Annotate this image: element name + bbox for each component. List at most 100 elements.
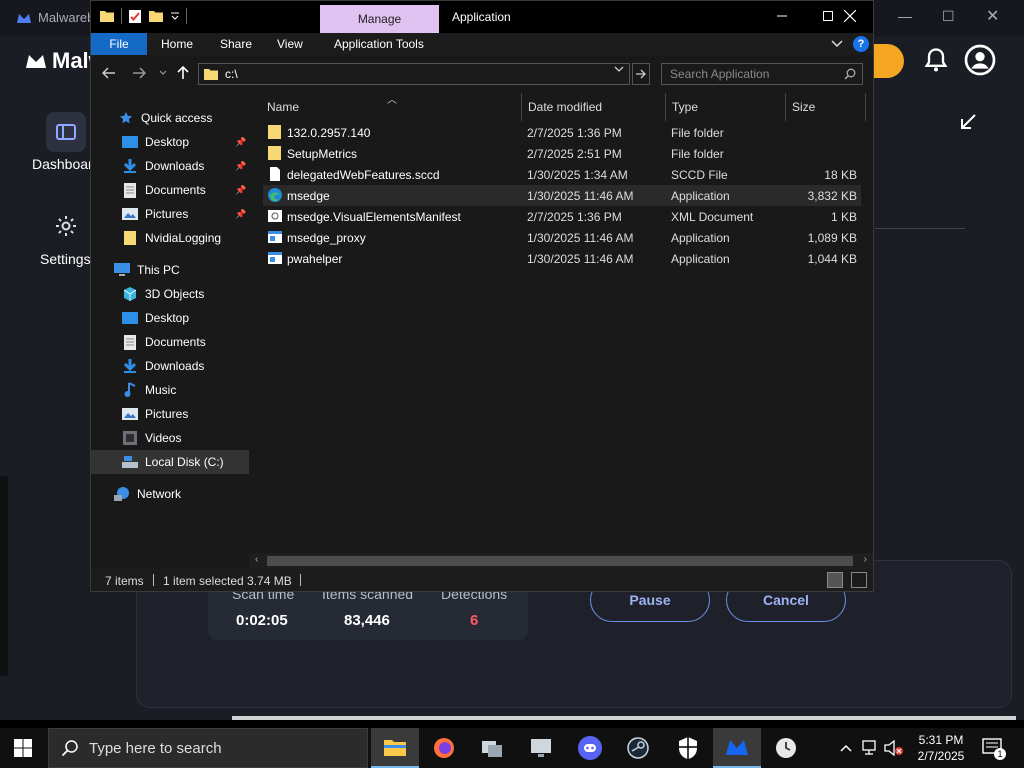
tab-share[interactable]: Share	[212, 33, 260, 55]
taskbar-firefox[interactable]	[420, 728, 468, 768]
taskbar-malwarebytes[interactable]	[713, 728, 761, 768]
column-divider[interactable]	[521, 93, 522, 121]
background-scrollbar[interactable]	[232, 716, 1016, 720]
column-header-date-modified[interactable]: Date modified	[528, 95, 602, 119]
file-row-selected[interactable]: msedge 1/30/2025 11:46 AM Application 3,…	[263, 185, 861, 206]
column-divider[interactable]	[865, 93, 866, 121]
file-date: 1/30/2025 11:46 AM	[527, 231, 634, 245]
nav-this-pc[interactable]: This PC	[91, 258, 249, 282]
nav-item-local-disk[interactable]: Local Disk (C:)	[91, 450, 249, 474]
file-date: 2/7/2025 1:36 PM	[527, 126, 622, 140]
column-header-type[interactable]: Type	[672, 95, 698, 119]
go-button[interactable]	[632, 63, 650, 85]
tab-home[interactable]: Home	[153, 33, 201, 55]
file-type: SCCD File	[671, 168, 728, 182]
nav-item-documents-quick[interactable]: Documents 📌	[91, 178, 249, 202]
column-divider[interactable]	[665, 93, 666, 121]
back-button[interactable]	[99, 63, 119, 83]
recent-locations-button[interactable]	[153, 63, 173, 83]
file-row[interactable]: 132.0.2957.140 2/7/2025 1:36 PM File fol…	[263, 122, 861, 143]
taskbar-discord[interactable]	[566, 728, 614, 768]
nav-item-desktop-quick[interactable]: Desktop 📌	[91, 130, 249, 154]
file-row[interactable]: SetupMetrics 2/7/2025 2:51 PM File folde…	[263, 143, 861, 164]
videos-icon	[121, 430, 139, 446]
file-row[interactable]: msedge_proxy 1/30/2025 11:46 AM Applicat…	[263, 227, 861, 248]
user-avatar-icon[interactable]	[964, 44, 996, 76]
background-minimize-button[interactable]: —	[898, 8, 912, 24]
pin-icon[interactable]: 📌	[235, 209, 246, 219]
scroll-right-icon[interactable]: ›	[864, 554, 867, 565]
manage-contextual-tab[interactable]: Manage	[320, 5, 439, 33]
tab-view[interactable]: View	[269, 33, 311, 55]
settings-nav-label[interactable]: Settings	[40, 251, 91, 267]
minimize-button[interactable]	[759, 1, 805, 31]
taskbar-security[interactable]	[664, 728, 712, 768]
scroll-left-icon[interactable]: ‹	[255, 554, 258, 565]
pin-icon[interactable]: 📌	[235, 185, 246, 195]
nav-quick-access[interactable]: Quick access	[91, 106, 249, 130]
expand-ribbon-icon[interactable]	[831, 40, 843, 48]
upgrade-button[interactable]	[870, 44, 904, 78]
nav-network[interactable]: Network	[91, 482, 249, 506]
taskbar-app-windows[interactable]	[468, 728, 516, 768]
nav-item-documents[interactable]: Documents	[91, 330, 249, 354]
up-button[interactable]	[173, 63, 193, 83]
notification-center-button[interactable]: 1	[982, 738, 1006, 760]
column-divider[interactable]	[785, 93, 786, 121]
background-maximize-button[interactable]: ☐	[942, 8, 955, 25]
address-history-chevron-icon[interactable]	[614, 65, 624, 73]
file-date: 2/7/2025 2:51 PM	[527, 147, 622, 161]
nav-item-downloads[interactable]: Downloads	[91, 354, 249, 378]
nav-item-music[interactable]: Music	[91, 378, 249, 402]
taskbar-app-monitor[interactable]	[517, 728, 565, 768]
collapse-arrow-icon[interactable]	[958, 112, 978, 132]
file-row[interactable]: msedge.VisualElementsManifest 2/7/2025 1…	[263, 206, 861, 227]
customize-toolbar-icon[interactable]	[170, 11, 180, 21]
close-button[interactable]	[827, 1, 873, 31]
column-header-size[interactable]: Size	[792, 95, 815, 119]
network-status-icon[interactable]	[862, 740, 880, 756]
nav-item-downloads-quick[interactable]: Downloads 📌	[91, 154, 249, 178]
address-field[interactable]: c:\	[198, 63, 630, 85]
volume-muted-icon[interactable]	[884, 740, 904, 756]
column-header-name[interactable]: Name	[267, 95, 299, 119]
nav-item-3d-objects[interactable]: 3D Objects	[91, 282, 249, 306]
pin-icon[interactable]: 📌	[235, 137, 246, 147]
nav-item-nvidialogging[interactable]: NvidiaLogging	[91, 226, 249, 250]
file-row[interactable]: delegatedWebFeatures.sccd 1/30/2025 1:34…	[263, 164, 861, 185]
nav-item-pictures-quick[interactable]: Pictures 📌	[91, 202, 249, 226]
bell-icon[interactable]	[922, 46, 950, 74]
divider	[875, 228, 965, 229]
nav-item-desktop[interactable]: Desktop	[91, 306, 249, 330]
tab-application-tools[interactable]: Application Tools	[326, 33, 432, 55]
search-placeholder[interactable]: Search Application	[670, 67, 844, 81]
properties-icon[interactable]	[128, 9, 142, 24]
system-clock[interactable]: 5:31 PM 2/7/2025	[906, 732, 976, 764]
address-text[interactable]: c:\	[225, 67, 238, 81]
scrollbar-thumb[interactable]	[267, 556, 853, 566]
nav-item-pictures[interactable]: Pictures	[91, 402, 249, 426]
search-icon[interactable]	[844, 68, 856, 80]
large-icons-view-button[interactable]	[851, 572, 867, 588]
taskbar-search-placeholder[interactable]: Type here to search	[89, 740, 222, 757]
taskbar-search-box[interactable]: Type here to search	[48, 728, 368, 768]
nav-item-videos[interactable]: Videos	[91, 426, 249, 450]
dashboard-nav-label[interactable]: Dashboar	[32, 156, 93, 172]
horizontal-scrollbar[interactable]: ‹ ›	[249, 553, 873, 569]
taskbar-steam[interactable]	[614, 728, 662, 768]
taskbar-file-explorer[interactable]	[371, 728, 419, 768]
gear-icon[interactable]	[54, 214, 78, 238]
dashboard-nav-button[interactable]	[46, 112, 86, 152]
show-hidden-icons-chevron-icon[interactable]	[840, 744, 852, 752]
background-close-button[interactable]: ✕	[986, 6, 999, 26]
file-row[interactable]: pwahelper 1/30/2025 11:46 AM Application…	[263, 248, 861, 269]
tab-file[interactable]: File	[91, 33, 147, 55]
taskbar-clock-app[interactable]	[762, 728, 810, 768]
search-field[interactable]: Search Application	[661, 63, 863, 85]
help-icon[interactable]: ?	[853, 36, 869, 52]
details-view-button[interactable]	[827, 572, 843, 588]
new-folder-icon[interactable]	[148, 9, 164, 23]
forward-button[interactable]	[129, 63, 149, 83]
windows-start-icon[interactable]	[14, 739, 32, 757]
pin-icon[interactable]: 📌	[235, 161, 246, 171]
